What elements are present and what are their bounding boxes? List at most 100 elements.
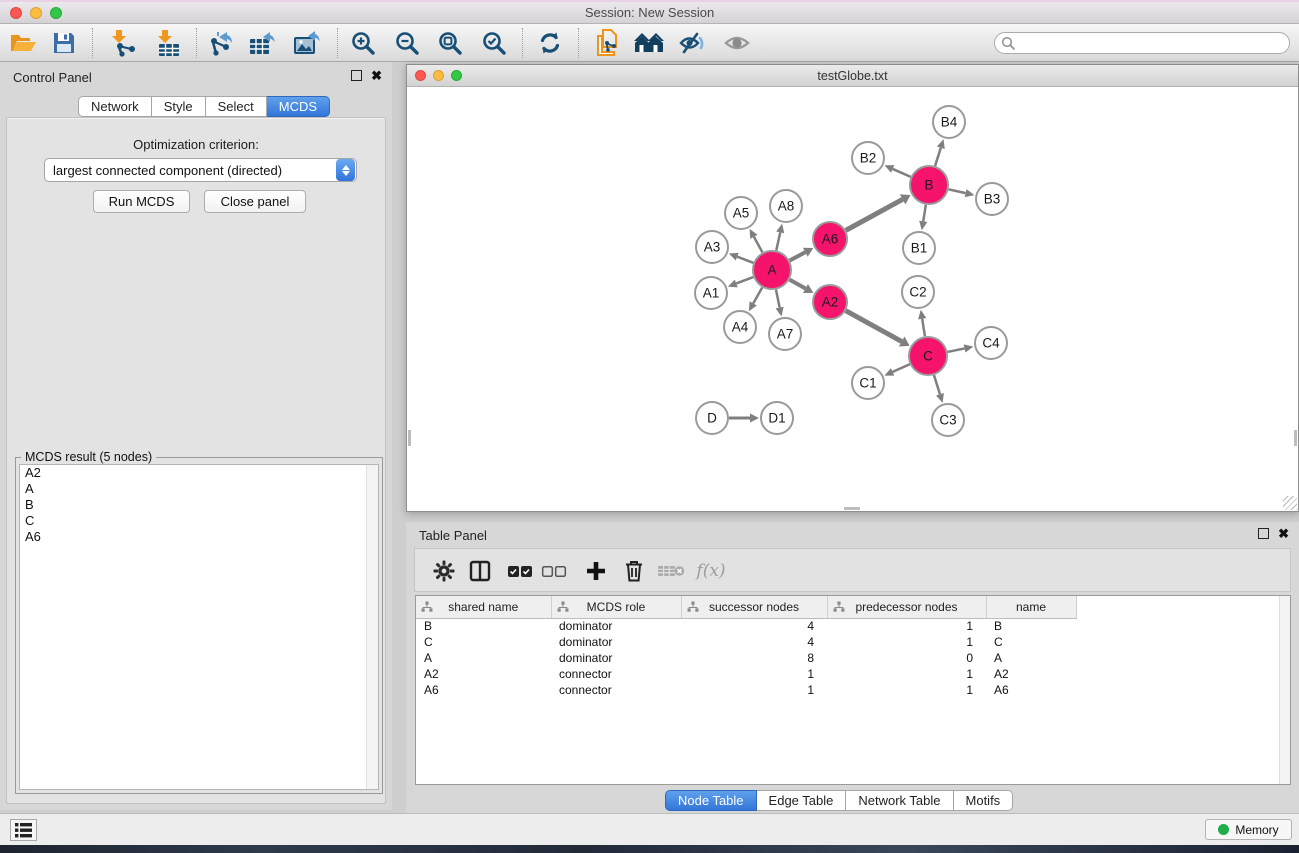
float-panel-icon[interactable]	[1258, 528, 1269, 539]
tab-mcds[interactable]: MCDS	[267, 96, 330, 117]
table-cell[interactable]: dominator	[551, 618, 681, 634]
table-row[interactable]: Cdominator41C	[416, 634, 1281, 650]
network-window-titlebar[interactable]: testGlobe.txt	[407, 65, 1298, 87]
tab-node-table[interactable]: Node Table	[665, 790, 757, 811]
tab-select[interactable]: Select	[206, 96, 267, 117]
tab-motifs[interactable]: Motifs	[954, 790, 1014, 811]
graph-edge[interactable]	[776, 290, 780, 308]
graph-edge[interactable]	[922, 319, 925, 337]
table-cell[interactable]: 1	[827, 618, 986, 634]
graph-edge[interactable]	[949, 189, 966, 193]
table-cell[interactable]: A2	[416, 666, 551, 682]
split-columns-icon[interactable]	[466, 557, 494, 585]
home-icon[interactable]	[634, 29, 664, 57]
memory-button[interactable]: Memory	[1205, 819, 1292, 840]
graph-edge[interactable]	[893, 364, 910, 372]
graph-edge[interactable]	[934, 375, 940, 394]
column-header-predecessor-nodes[interactable]: predecessor nodes	[827, 596, 986, 618]
table-cell[interactable]: 1	[827, 666, 986, 682]
table-cell[interactable]: dominator	[551, 650, 681, 666]
node-table[interactable]: shared nameMCDS rolesuccessor nodesprede…	[416, 596, 1281, 698]
table-cell[interactable]: B	[416, 618, 551, 634]
table-cell[interactable]: 0	[827, 650, 986, 666]
zoom-out-icon[interactable]	[392, 29, 422, 57]
table-cell[interactable]: A6	[986, 682, 1076, 698]
mcds-result-item[interactable]: C	[20, 513, 378, 529]
import-table-icon[interactable]	[153, 29, 183, 57]
graph-edge[interactable]	[846, 311, 902, 342]
window-resize-grip[interactable]	[1283, 496, 1297, 510]
unselect-all-columns-icon[interactable]	[540, 557, 568, 585]
export-image-icon[interactable]	[292, 29, 322, 57]
eye-icon[interactable]	[722, 29, 752, 57]
delete-column-icon[interactable]	[620, 557, 648, 585]
save-session-icon[interactable]	[49, 29, 79, 57]
table-cell[interactable]: 4	[681, 618, 827, 634]
search-input[interactable]	[1016, 34, 1289, 52]
close-panel-icon[interactable]: ✖	[1278, 528, 1289, 539]
table-row[interactable]: Adominator80A	[416, 650, 1281, 666]
task-history-button[interactable]	[10, 819, 37, 841]
show-hide-graphics-icon[interactable]	[677, 29, 707, 57]
table-cell[interactable]: C	[986, 634, 1076, 650]
table-cell[interactable]: connector	[551, 666, 681, 682]
close-panel-icon[interactable]: ✖	[371, 70, 382, 81]
table-cell[interactable]: 1	[827, 682, 986, 698]
delete-table-icon[interactable]	[657, 557, 685, 585]
close-panel-button[interactable]: Close panel	[204, 190, 306, 213]
column-header-shared-name[interactable]: shared name	[416, 596, 551, 618]
graph-edge[interactable]	[737, 257, 753, 263]
zoom-selected-icon[interactable]	[479, 29, 509, 57]
graph-edge[interactable]	[790, 252, 806, 260]
table-cell[interactable]: 4	[681, 634, 827, 650]
table-cell[interactable]: A6	[416, 682, 551, 698]
graph-edge[interactable]	[893, 169, 911, 177]
zoom-fit-icon[interactable]	[435, 29, 465, 57]
graph-edge[interactable]	[935, 148, 941, 166]
import-network-icon[interactable]	[107, 29, 137, 57]
table-cell[interactable]: 8	[681, 650, 827, 666]
table-cell[interactable]: 1	[681, 682, 827, 698]
tab-network-table[interactable]: Network Table	[846, 790, 953, 811]
mcds-result-item[interactable]: A2	[20, 465, 378, 481]
graph-edge[interactable]	[776, 232, 780, 250]
table-row[interactable]: Bdominator41B	[416, 618, 1281, 634]
refresh-icon[interactable]	[535, 29, 565, 57]
select-all-columns-icon[interactable]	[506, 557, 534, 585]
table-cell[interactable]: dominator	[551, 634, 681, 650]
result-list-scrollbar[interactable]	[366, 465, 378, 789]
column-header-successor-nodes[interactable]: successor nodes	[681, 596, 827, 618]
run-mcds-button[interactable]: Run MCDS	[93, 190, 190, 213]
export-network-icon[interactable]	[205, 29, 235, 57]
graph-edge[interactable]	[790, 280, 806, 289]
table-scrollbar[interactable]	[1279, 596, 1290, 784]
graph-edge[interactable]	[846, 199, 903, 230]
tab-style[interactable]: Style	[152, 96, 206, 117]
graph-edge[interactable]	[753, 287, 762, 303]
add-column-icon[interactable]	[582, 557, 610, 585]
table-cell[interactable]: B	[986, 618, 1076, 634]
mcds-result-item[interactable]: B	[20, 497, 378, 513]
criterion-select[interactable]: largest connected component (directed)	[44, 158, 357, 182]
function-builder-icon[interactable]: f(x)	[697, 557, 725, 585]
open-file-icon[interactable]	[8, 29, 38, 57]
mcds-result-item[interactable]: A	[20, 481, 378, 497]
graph-edge[interactable]	[923, 205, 926, 222]
column-header-name[interactable]: name	[986, 596, 1076, 618]
tab-edge-table[interactable]: Edge Table	[757, 790, 847, 811]
table-cell[interactable]: A	[986, 650, 1076, 666]
new-network-from-selection-icon[interactable]	[593, 29, 623, 57]
mcds-result-item[interactable]: A6	[20, 529, 378, 545]
table-cell[interactable]: connector	[551, 682, 681, 698]
float-panel-icon[interactable]	[351, 70, 362, 81]
column-header-MCDS-role[interactable]: MCDS role	[551, 596, 681, 618]
table-cell[interactable]: A2	[986, 666, 1076, 682]
mcds-result-list[interactable]: A2ABCA6	[19, 464, 379, 790]
graph-edge[interactable]	[754, 237, 763, 253]
tab-network[interactable]: Network	[78, 96, 152, 117]
zoom-in-icon[interactable]	[348, 29, 378, 57]
export-table-icon[interactable]	[247, 29, 277, 57]
table-cell[interactable]: A	[416, 650, 551, 666]
table-cell[interactable]: 1	[827, 634, 986, 650]
gear-icon[interactable]	[430, 557, 458, 585]
